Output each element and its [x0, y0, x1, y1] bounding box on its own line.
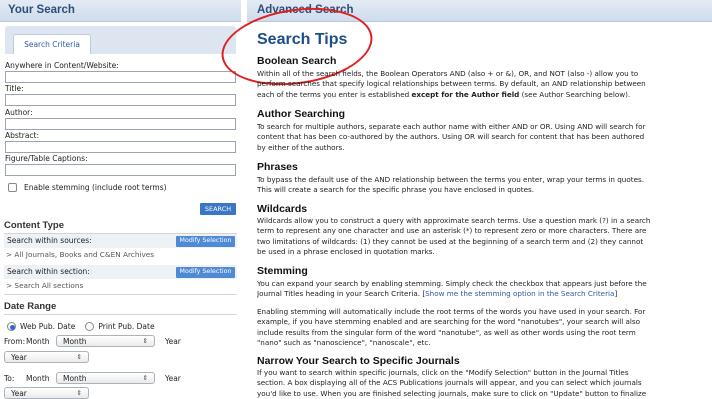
narrow-journals-text: If you want to search within specific jo…	[257, 368, 647, 398]
section-label: Search within section:	[7, 267, 90, 276]
stemming-text: You can expand your search by enabling s…	[257, 279, 647, 299]
web-pub-label: Web Pub. Date	[20, 322, 76, 331]
chevron-updown-icon: ⇕	[76, 353, 82, 361]
stemming-option[interactable]: Enable stemming (include root terms)	[8, 183, 167, 192]
field-label-abstract: Abstract:	[5, 131, 40, 140]
date-divider	[4, 314, 237, 315]
heading-boolean-search: Boolean Search	[257, 55, 337, 67]
field-label-captions: Figure/Table Captions:	[5, 154, 88, 163]
date-type-radios: Web Pub. Date Print Pub. Date	[7, 322, 155, 331]
captions-input[interactable]	[5, 164, 236, 176]
from-label: From:	[4, 336, 26, 346]
to-year-select[interactable]: Year ⇕	[4, 387, 89, 399]
search-button[interactable]: SEARCH	[200, 203, 236, 215]
sources-label: Search within sources:	[7, 236, 92, 245]
field-label-author: Author:	[5, 108, 33, 117]
main-content: Advanced Search Search Tips Boolean Sear…	[216, 0, 712, 399]
anywhere-input[interactable]	[5, 71, 236, 83]
sidebar: Your Search Search Criteria Anywhere in …	[0, 0, 241, 399]
title-input[interactable]	[5, 94, 236, 106]
date-divider-top	[4, 294, 237, 295]
chevron-updown-icon: ⇕	[142, 337, 148, 345]
page-title: Search Tips	[257, 31, 348, 48]
to-row: To: Month Month ⇕ Year	[4, 372, 181, 384]
heading-wildcards: Wildcards	[257, 203, 308, 215]
stemming-label: Enable stemming (include root terms)	[24, 183, 167, 192]
to-month-select[interactable]: Month ⇕	[56, 372, 155, 384]
sources-value[interactable]: > All Journals, Books and C&EN Archives	[6, 250, 154, 259]
tab-search-criteria[interactable]: Search Criteria	[13, 34, 91, 54]
wildcards-text: Wildcards allow you to construct a query…	[257, 216, 651, 257]
field-label-title: Title:	[5, 84, 24, 93]
section-row: Search within section: Modify Selection	[4, 265, 237, 279]
author-input[interactable]	[5, 118, 236, 130]
from-year-select[interactable]: Year ⇕	[4, 351, 89, 363]
phrases-text: To bypass the default use of the AND rel…	[257, 175, 645, 195]
abstract-input[interactable]	[5, 141, 236, 153]
date-range-title: Date Range	[4, 301, 57, 312]
heading-narrow-journals: Narrow Your Search to Specific Journals	[257, 355, 460, 367]
from-month-label: Month	[26, 336, 50, 346]
to-year-label: Year	[165, 373, 181, 383]
heading-phrases: Phrases	[257, 161, 298, 173]
field-label-anywhere: Anywhere in Content/Website:	[5, 61, 119, 70]
to-month-label: Month	[26, 373, 50, 383]
chevron-updown-icon: ⇕	[142, 374, 148, 382]
stemming-checkbox[interactable]	[8, 183, 17, 192]
heading-stemming: Stemming	[257, 265, 308, 277]
author-searching-text: To search for multiple authors, separate…	[257, 122, 646, 152]
modify-section-button[interactable]: Modify Selection	[176, 267, 235, 278]
to-label: To:	[4, 373, 15, 383]
sources-row: Search within sources: Modify Selection	[4, 234, 237, 248]
print-pub-label: Print Pub. Date	[98, 322, 155, 331]
criteria-tabbar: Search Criteria	[5, 26, 236, 54]
section-value[interactable]: > Search All sections	[6, 281, 83, 290]
print-pub-radio[interactable]	[85, 322, 95, 331]
from-month-select[interactable]: Month ⇕	[56, 335, 155, 347]
chevron-updown-icon: ⇕	[76, 389, 82, 397]
web-pub-radio[interactable]	[7, 322, 16, 331]
boolean-search-text: Within all of the search fields, the Boo…	[257, 69, 646, 99]
show-stemming-link[interactable]: Show me the stemming option in the Searc…	[425, 289, 614, 298]
from-row: From: Month Month ⇕ Year	[4, 335, 181, 347]
from-year-label: Year	[165, 336, 181, 346]
modify-sources-button[interactable]: Modify Selection	[176, 236, 235, 247]
stemming-text-2: Enabling stemming will automatically inc…	[257, 307, 646, 348]
your-search-header: Your Search	[0, 0, 241, 22]
content-type-title: Content Type	[4, 220, 64, 231]
heading-author-searching: Author Searching	[257, 108, 346, 120]
